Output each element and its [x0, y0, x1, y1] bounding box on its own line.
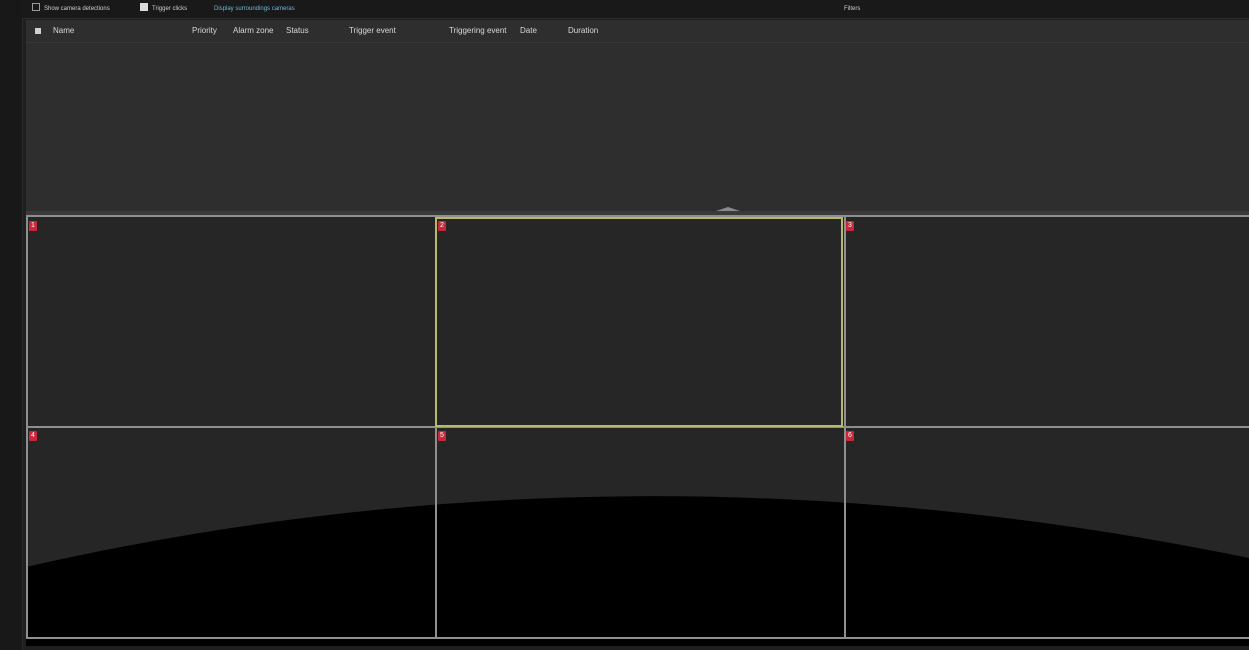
left-rail — [0, 0, 23, 650]
cell-number-badge[interactable]: 5 — [438, 431, 446, 441]
cell-number-badge[interactable]: 2 — [438, 221, 446, 231]
filters-button[interactable]: Filters — [844, 3, 860, 15]
cell-number-badge[interactable]: 1 — [29, 221, 37, 231]
trigger-clicks-label: Trigger clicks — [152, 6, 188, 12]
list-header: Name Priority Alarm zone Status Trigger … — [26, 20, 1249, 43]
column-header-name[interactable]: Name — [53, 25, 74, 37]
show-detections-toggle[interactable]: Show camera detections — [32, 3, 110, 15]
cell-number-badge[interactable]: 3 — [846, 221, 854, 231]
selected-cell-highlight[interactable] — [435, 217, 843, 427]
column-header-priority[interactable]: Priority — [192, 25, 217, 37]
cell-number-badge[interactable]: 4 — [29, 431, 37, 441]
cell-number-badge[interactable]: 6 — [846, 431, 854, 441]
surroundings-cameras-link[interactable]: Display surroundings cameras — [214, 3, 295, 15]
splitter-grip-icon[interactable] — [716, 207, 740, 211]
column-header-alarm-zone[interactable]: Alarm zone — [233, 25, 273, 37]
camera-grid: 1 2 3 4 5 6 — [26, 215, 1249, 646]
grid-line-left — [26, 215, 28, 639]
grid-line-col-2 — [844, 215, 846, 639]
select-all-checkbox[interactable] — [35, 28, 41, 34]
alarm-list-panel: Name Priority Alarm zone Status Trigger … — [26, 20, 1249, 212]
toolbar: Show camera detections Trigger clicks Di… — [22, 0, 1249, 19]
trigger-clicks-toggle[interactable]: Trigger clicks — [140, 3, 187, 15]
grid-line-bottom — [26, 637, 1249, 639]
column-header-status[interactable]: Status — [286, 25, 309, 37]
show-detections-label: Show camera detections — [44, 6, 110, 12]
column-header-date[interactable]: Date — [520, 25, 537, 37]
column-header-trigger-event[interactable]: Trigger event — [349, 25, 396, 37]
column-header-triggering-event[interactable]: Triggering event — [449, 25, 507, 37]
checkbox-icon[interactable] — [32, 3, 40, 11]
checkbox-checked-icon[interactable] — [140, 3, 148, 11]
column-header-duration[interactable]: Duration — [568, 25, 598, 37]
